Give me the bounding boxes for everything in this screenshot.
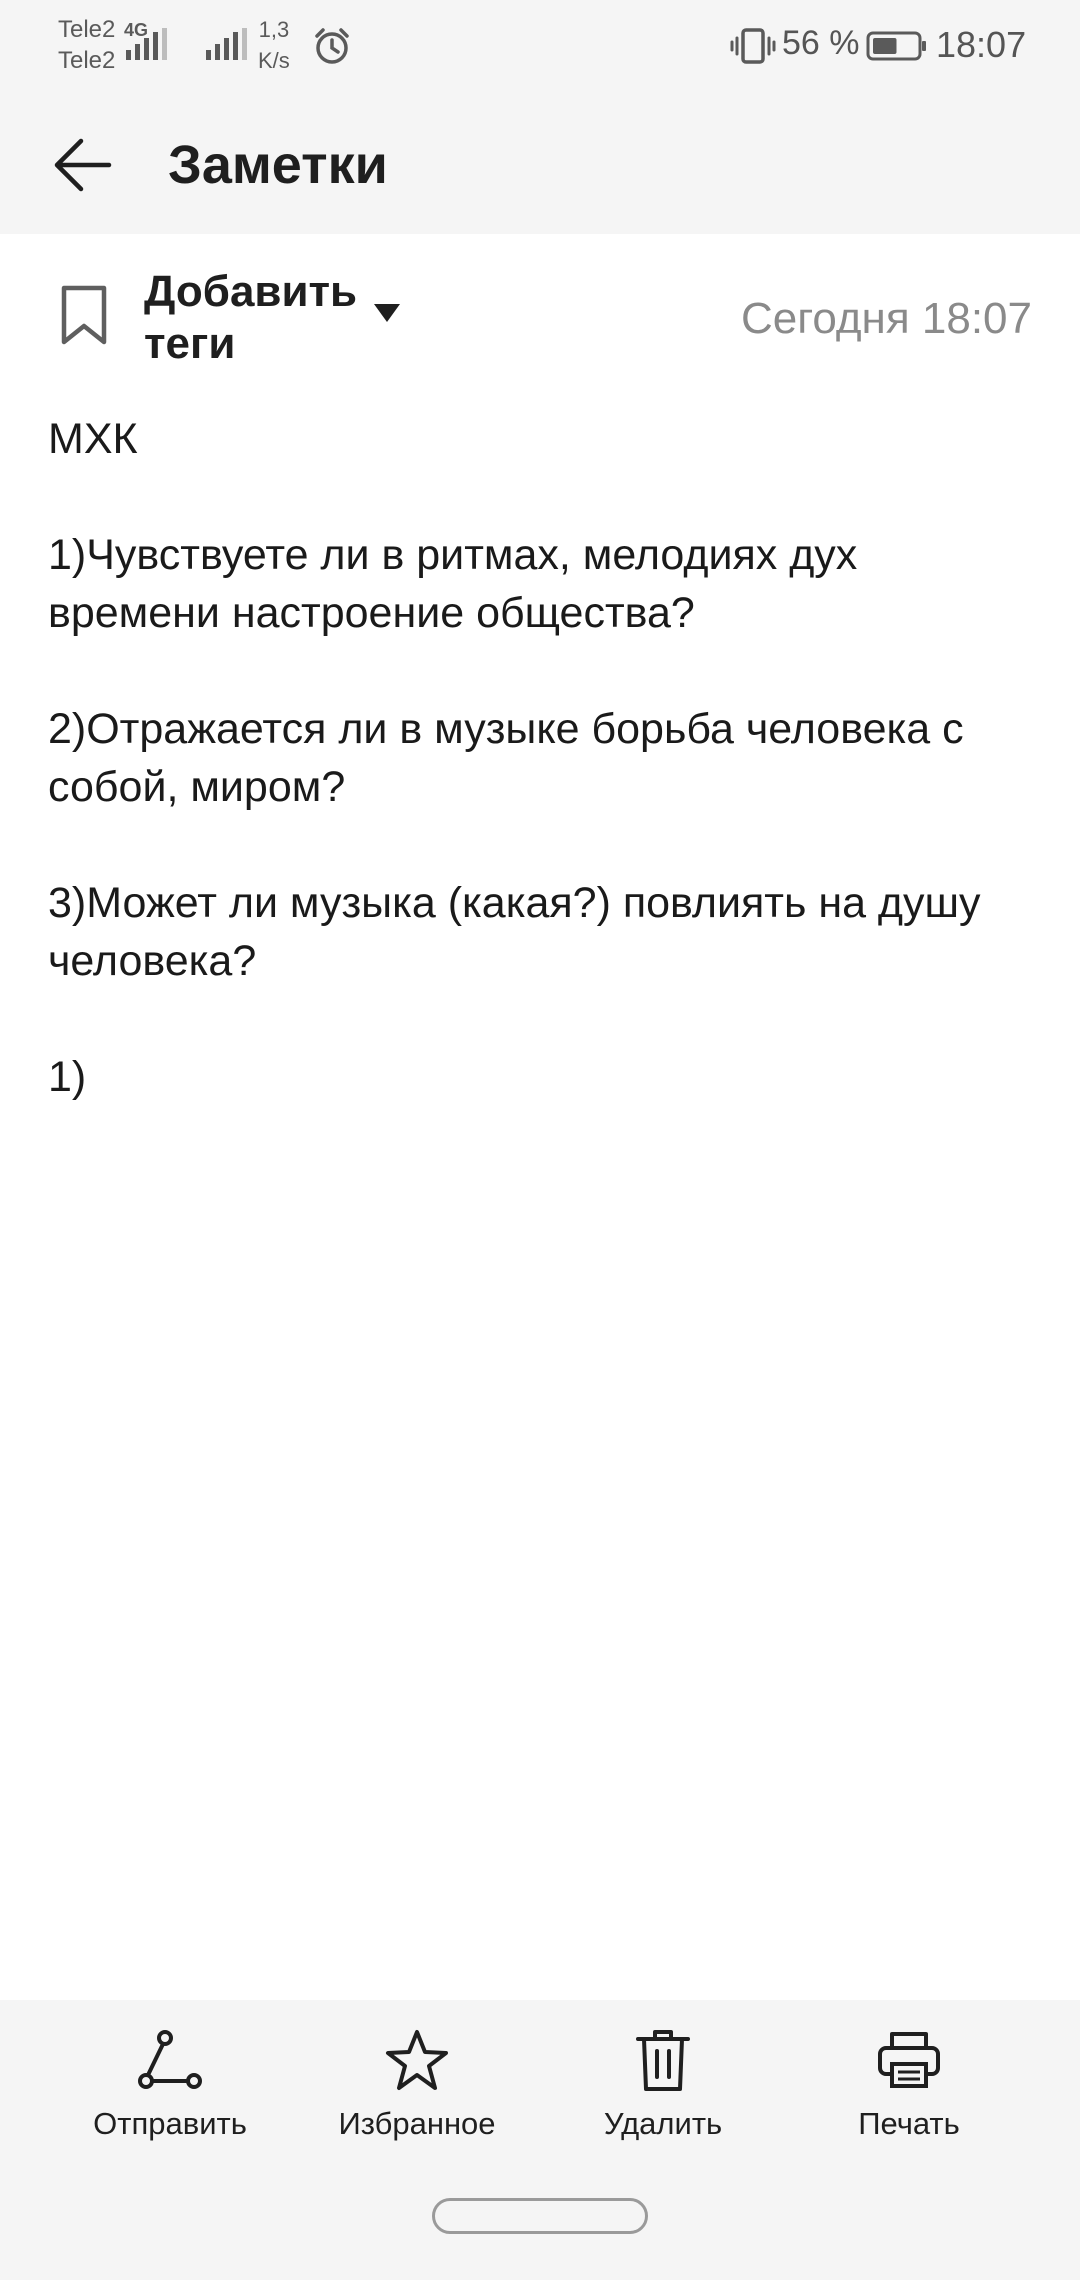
dropdown-icon[interactable] xyxy=(372,302,402,324)
vibrate-icon xyxy=(730,28,776,64)
signal-icon xyxy=(126,28,167,60)
carrier-1: Tele2 xyxy=(58,16,116,43)
delete-button[interactable]: Удалить xyxy=(563,2024,763,2154)
speed-value: 1,3 xyxy=(258,17,290,42)
note-line: 3)Может ли музыка (какая?) повлиять на д… xyxy=(48,879,981,985)
battery-icon xyxy=(866,31,926,61)
bottom-toolbar: Отправить Избранное Удалить Печать xyxy=(0,2000,1080,2280)
back-button[interactable] xyxy=(40,122,126,208)
network-speed: 1,3 K/s xyxy=(258,14,290,76)
note-line: 1)Чувствуете ли в ритмах, мелодиях дух в… xyxy=(48,531,858,637)
print-label: Печать xyxy=(858,2106,960,2141)
add-tags-label-line2: теги xyxy=(144,319,236,368)
tag-row: Добавить теги Сегодня 18:07 xyxy=(0,262,1080,372)
print-button[interactable]: Печать xyxy=(809,2024,1009,2154)
favorite-label: Избранное xyxy=(338,2106,496,2141)
favorite-button[interactable]: Избранное xyxy=(317,2024,517,2154)
star-icon xyxy=(386,2030,448,2090)
status-time: 18:07 xyxy=(936,24,1027,65)
trash-icon xyxy=(636,2030,690,2091)
send-label: Отправить xyxy=(93,2106,247,2141)
carrier-2: Tele2 xyxy=(58,47,116,74)
note-line: 2)Отражается ли в музыке борьба человека… xyxy=(48,705,964,811)
speed-unit: K/s xyxy=(258,48,290,73)
app-bar: Заметки xyxy=(0,96,1080,234)
printer-icon xyxy=(878,2032,940,2088)
notes-screen: Tele2 Tele2 4G 1,3 K/s 56 % 18:07 Заметк… xyxy=(0,0,1080,2280)
carrier-names: Tele2 Tele2 xyxy=(58,14,115,76)
add-tags-button[interactable]: Добавить теги xyxy=(144,266,364,370)
send-button[interactable]: Отправить xyxy=(70,2024,270,2154)
add-tags-label-line1: Добавить xyxy=(144,267,358,316)
bookmark-icon[interactable] xyxy=(58,284,110,346)
note-title: МХК xyxy=(48,415,138,463)
note-editor[interactable]: МХК 1)Чувствуете ли в ритмах, мелодиях д… xyxy=(48,410,1038,1106)
note-date: Сегодня 18:07 xyxy=(741,294,1032,343)
signal-icon xyxy=(206,28,247,60)
page-title: Заметки xyxy=(168,135,388,195)
status-bar: Tele2 Tele2 4G 1,3 K/s 56 % 18:07 xyxy=(0,0,1080,96)
alarm-icon xyxy=(315,28,349,64)
battery-percent: 56 % xyxy=(782,24,860,62)
home-indicator[interactable] xyxy=(432,2198,648,2234)
delete-label: Удалить xyxy=(603,2106,723,2141)
arrow-left-icon xyxy=(54,138,112,192)
note-line: 1) xyxy=(48,1053,87,1101)
share-icon xyxy=(138,2030,202,2089)
